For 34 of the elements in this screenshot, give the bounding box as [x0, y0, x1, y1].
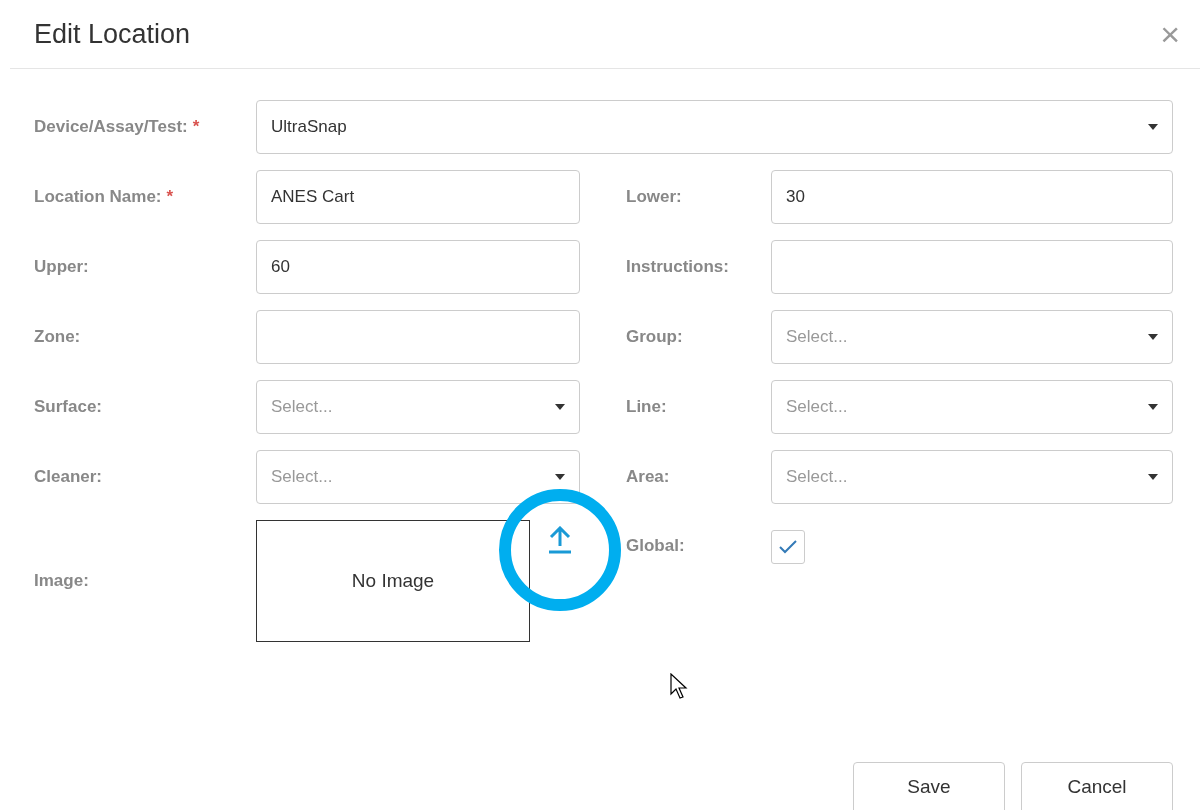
dialog-title: Edit Location — [34, 18, 191, 50]
field-label: Upper: — [34, 257, 89, 277]
save-button[interactable]: Save — [853, 762, 1005, 810]
input-field[interactable]: 60 — [256, 240, 580, 294]
caret-icon — [555, 474, 565, 480]
image-field[interactable]: No Image — [256, 520, 530, 642]
field-label: Location Name: — [34, 187, 162, 207]
field-label: Instructions: — [626, 257, 729, 277]
field-label: Group: — [626, 327, 683, 347]
check-icon — [779, 540, 797, 554]
field-label: Image: — [34, 571, 89, 591]
checkbox[interactable] — [771, 530, 805, 564]
caret-icon — [1148, 334, 1158, 340]
field-label: Device/Assay/Test: — [34, 117, 188, 137]
caret-icon — [1148, 124, 1158, 130]
cursor-icon — [670, 673, 688, 701]
input-field[interactable]: ANES Cart — [256, 170, 580, 224]
field-label: Line: — [626, 397, 667, 417]
caret-icon — [1148, 474, 1158, 480]
field-label: Lower: — [626, 187, 682, 207]
field-label: Cleaner: — [34, 467, 103, 487]
required-mark: * — [166, 187, 174, 207]
select-field[interactable]: UltraSnap — [256, 100, 1173, 154]
field-label: Area: — [626, 467, 670, 487]
input-field[interactable] — [256, 310, 580, 364]
caret-icon — [1148, 404, 1158, 410]
cancel-button[interactable]: Cancel — [1021, 762, 1173, 810]
input-field[interactable]: 30 — [771, 170, 1173, 224]
input-field[interactable] — [771, 240, 1173, 294]
field-label: Zone: — [34, 327, 81, 347]
field-label: Global: — [626, 536, 685, 556]
caret-icon — [555, 404, 565, 410]
field-label: Surface: — [34, 397, 103, 417]
required-mark: * — [192, 117, 200, 137]
